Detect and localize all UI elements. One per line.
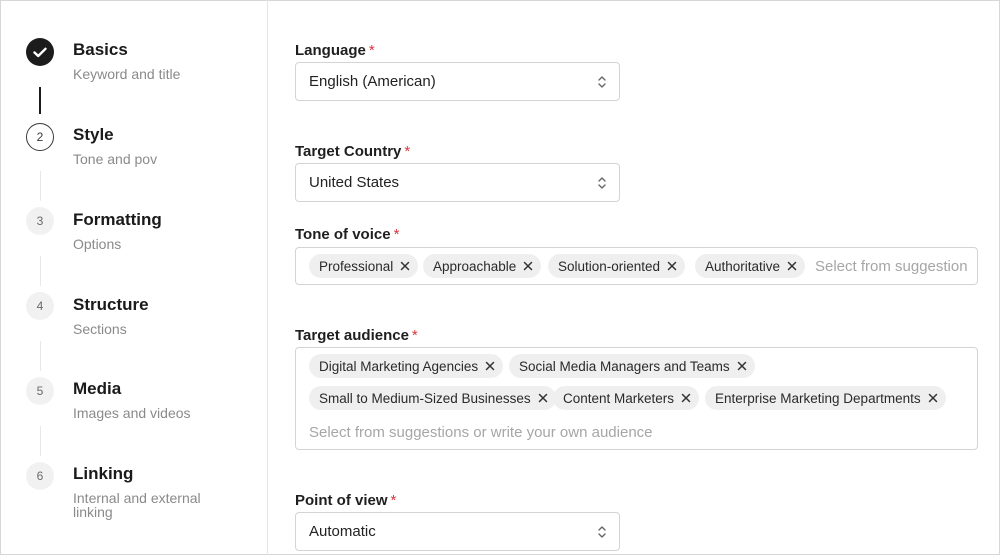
close-icon[interactable] bbox=[667, 261, 677, 271]
close-icon[interactable] bbox=[737, 361, 747, 371]
step-number: 5 bbox=[26, 377, 54, 405]
tone-of-voice-label: Tone of voice * bbox=[295, 226, 400, 243]
tone-tag: Approachable bbox=[423, 254, 542, 278]
close-icon[interactable] bbox=[523, 261, 533, 271]
step-connector bbox=[39, 87, 41, 114]
chevron-updown-icon bbox=[598, 526, 606, 538]
check-icon bbox=[26, 38, 54, 66]
tag-label: Small to Medium-Sized Businesses bbox=[319, 390, 531, 406]
required-marker: * bbox=[393, 226, 400, 243]
audience-tag: Small to Medium-Sized Businesses bbox=[309, 386, 556, 410]
required-marker: * bbox=[404, 143, 411, 160]
tone-of-voice-placeholder: Select from suggestions bbox=[815, 258, 967, 275]
target-audience-placeholder: Select from suggestions or write your ow… bbox=[309, 424, 653, 441]
close-icon[interactable] bbox=[538, 393, 548, 403]
target-country-value: United States bbox=[309, 174, 400, 191]
audience-tag: Digital Marketing Agencies bbox=[309, 354, 504, 378]
target-audience-label: Target audience * bbox=[295, 327, 418, 344]
tone-tag: Solution-oriented bbox=[548, 254, 686, 278]
step-title: Style bbox=[73, 125, 114, 144]
step-number: 2 bbox=[26, 123, 54, 151]
tag-label: Digital Marketing Agencies bbox=[319, 358, 479, 374]
tag-label: Authoritative bbox=[705, 258, 781, 274]
language-value: English (American) bbox=[309, 73, 436, 90]
step-number: 6 bbox=[26, 462, 54, 490]
close-icon[interactable] bbox=[400, 261, 410, 271]
tag-label: Enterprise Marketing Departments bbox=[715, 390, 921, 406]
step-subtitle: Sections bbox=[73, 321, 127, 337]
step-number: 3 bbox=[26, 207, 54, 235]
target-audience-input[interactable]: Digital Marketing Agencies Social Media … bbox=[295, 347, 978, 450]
step-connector bbox=[40, 426, 41, 456]
tone-tag: Professional bbox=[309, 254, 419, 278]
step-title: Linking bbox=[73, 464, 134, 483]
audience-tag: Social Media Managers and Teams bbox=[509, 354, 755, 378]
point-of-view-value: Automatic bbox=[309, 523, 376, 540]
tone-of-voice-input[interactable]: Professional Approachable Solution-orien… bbox=[295, 247, 978, 285]
close-icon[interactable] bbox=[681, 393, 691, 403]
required-marker: * bbox=[411, 327, 418, 344]
audience-tag: Content Marketers bbox=[553, 386, 700, 410]
step-connector bbox=[40, 341, 41, 371]
step-title: Media bbox=[73, 379, 122, 398]
step-connector bbox=[40, 256, 41, 286]
step-title: Formatting bbox=[73, 210, 162, 229]
required-marker: * bbox=[390, 492, 397, 509]
step-subtitle: Options bbox=[73, 236, 122, 252]
tag-label: Solution-oriented bbox=[558, 258, 661, 274]
tone-tag: Authoritative bbox=[695, 254, 806, 278]
step-subtitle: Keyword and title bbox=[73, 66, 181, 82]
step-connector bbox=[40, 171, 41, 201]
required-marker: * bbox=[368, 42, 375, 59]
step-title: Basics bbox=[73, 40, 128, 59]
step-number: 4 bbox=[26, 292, 54, 320]
tag-label: Content Marketers bbox=[563, 390, 675, 406]
tag-label: Social Media Managers and Teams bbox=[519, 358, 730, 374]
step-title: Structure bbox=[73, 295, 149, 314]
language-select[interactable]: English (American) bbox=[295, 62, 620, 101]
language-label: Language * bbox=[295, 42, 375, 59]
step-subtitle: Internal and external linking bbox=[73, 490, 201, 520]
step-subtitle: Images and videos bbox=[73, 405, 191, 421]
point-of-view-select[interactable]: Automatic bbox=[295, 512, 620, 551]
chevron-updown-icon bbox=[598, 177, 606, 189]
stepper-sidebar: Basics Keyword and title 2 Style Tone an… bbox=[0, 0, 268, 555]
close-icon[interactable] bbox=[787, 261, 797, 271]
audience-tag: Enterprise Marketing Departments bbox=[705, 386, 946, 410]
close-icon[interactable] bbox=[928, 393, 938, 403]
chevron-updown-icon bbox=[598, 76, 606, 88]
tag-label: Approachable bbox=[433, 258, 517, 274]
step-subtitle: Tone and pov bbox=[73, 151, 158, 167]
close-icon[interactable] bbox=[485, 361, 495, 371]
point-of-view-label: Point of view * bbox=[295, 492, 397, 509]
tag-label: Professional bbox=[319, 258, 394, 274]
target-country-select[interactable]: United States bbox=[295, 163, 620, 202]
target-country-label: Target Country * bbox=[295, 143, 411, 160]
